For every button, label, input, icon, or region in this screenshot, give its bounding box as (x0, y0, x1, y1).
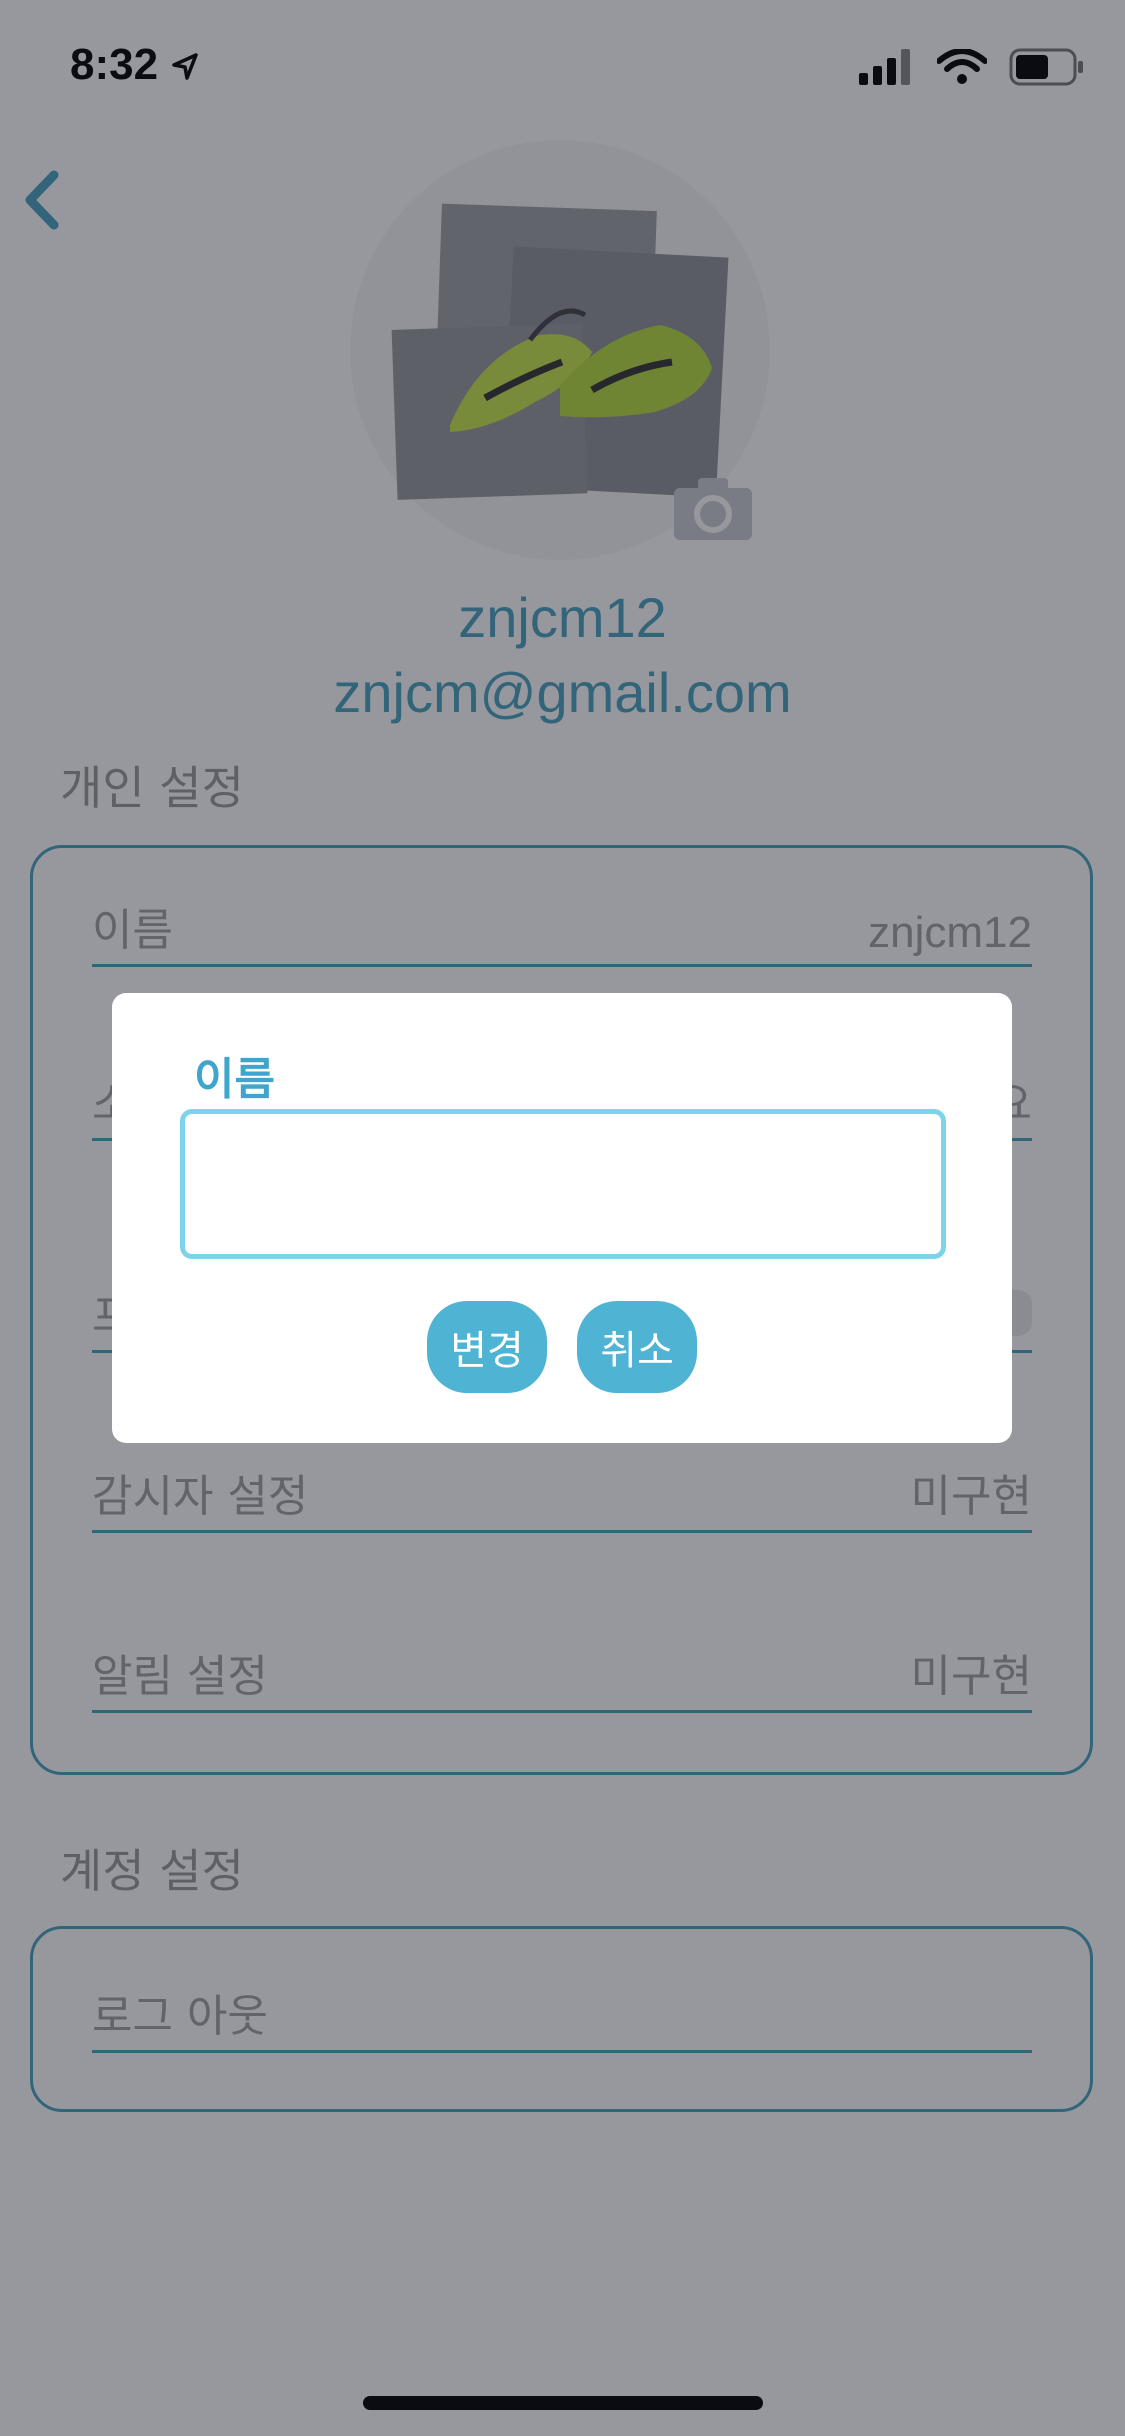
change-button[interactable]: 변경 (427, 1301, 547, 1393)
cancel-button[interactable]: 취소 (577, 1301, 697, 1393)
name-edit-dialog: 이름 변경 취소 (112, 993, 1012, 1443)
dialog-title: 이름 (194, 1054, 275, 1105)
name-input[interactable] (180, 1109, 946, 1259)
